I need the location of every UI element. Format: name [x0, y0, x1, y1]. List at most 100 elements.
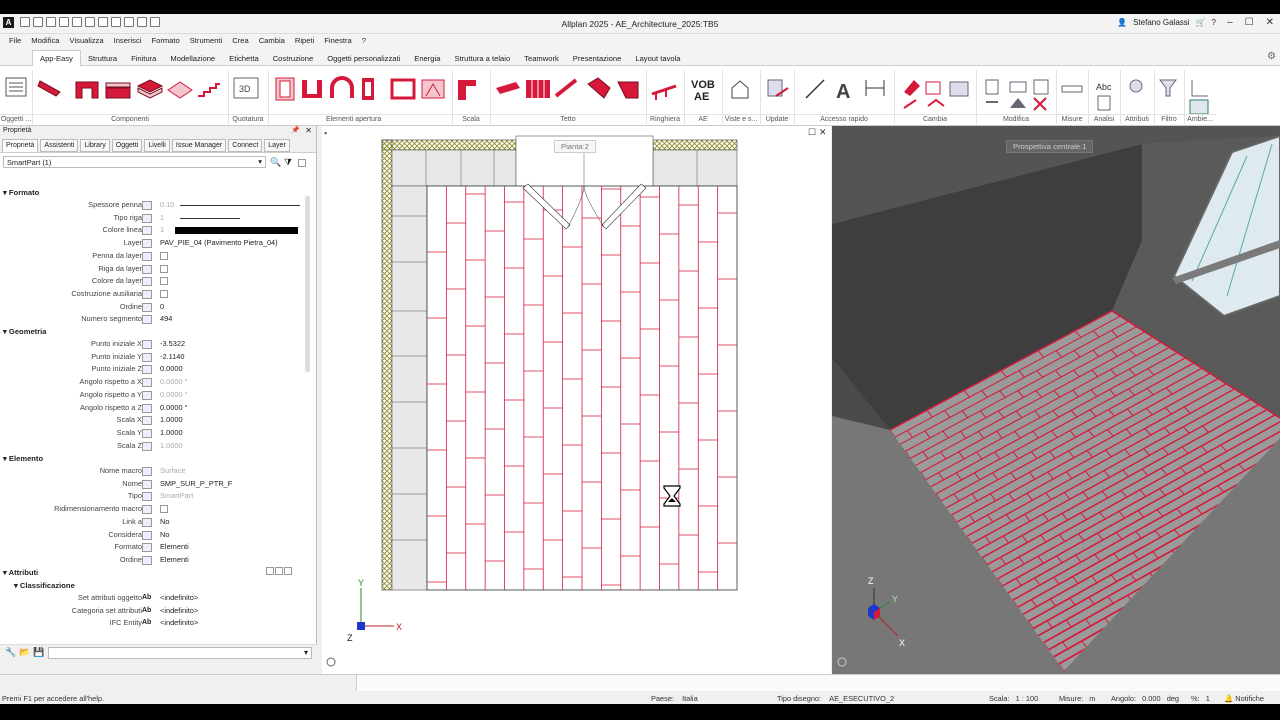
rotate-icon[interactable]	[903, 99, 917, 109]
property-row[interactable]: Tipo riga 1	[0, 213, 305, 225]
door-opening-icon[interactable]	[302, 80, 322, 98]
close-icon[interactable]: ✕	[1266, 17, 1274, 28]
section-elemento[interactable]: ▾ Elemento	[3, 454, 43, 463]
panel-close-icon[interactable]: ✕	[305, 126, 312, 135]
property-row[interactable]: Punto iniziale Y -2.1140	[0, 352, 305, 364]
property-value[interactable]: 0.0000 °	[160, 403, 188, 412]
floor-icon[interactable]	[136, 79, 164, 99]
help-icon[interactable]: ?	[1212, 18, 1216, 27]
menu-help[interactable]: ?	[357, 34, 371, 48]
section-classificazione[interactable]: ▾ Classificazione	[14, 581, 75, 590]
menu-inserisci[interactable]: Inserisci	[109, 34, 147, 48]
property-row[interactable]: Tipo SmartPart	[0, 491, 305, 503]
panel-tab-livelli[interactable]: Livelli	[144, 139, 170, 152]
vob-icon[interactable]: VOB	[691, 79, 715, 91]
mirror-icon[interactable]	[949, 81, 969, 97]
property-value[interactable]: -3.5322	[160, 339, 185, 348]
user-name[interactable]: Stefano Galassi	[1133, 18, 1189, 27]
property-row[interactable]: Punto iniziale X -3.5322	[0, 339, 305, 351]
window-opening-icon[interactable]	[275, 77, 295, 101]
roof-icon[interactable]	[496, 82, 520, 94]
wall-icon[interactable]	[37, 80, 61, 97]
status-misure-value[interactable]: m	[1089, 694, 1095, 703]
slab-icon[interactable]	[105, 82, 131, 99]
viewport-3d-settings-icon[interactable]	[837, 657, 847, 667]
panel-scrollbar[interactable]	[305, 196, 310, 372]
property-value[interactable]: SMP_SUR_P_PTR_F	[160, 479, 232, 488]
environment-icon[interactable]	[1189, 80, 1209, 114]
menu-ripeti[interactable]: Ripeti	[290, 34, 319, 48]
modify-copy-icon[interactable]	[985, 79, 999, 95]
property-row[interactable]: Nome macro Surface	[0, 466, 305, 478]
apply-checkbox[interactable]	[298, 158, 306, 167]
open-folder-icon[interactable]: 📂	[19, 647, 30, 658]
section-formato[interactable]: ▾ Formato	[3, 188, 39, 197]
plan-drawing[interactable]: Y X Z	[322, 126, 831, 674]
tab-costruzione[interactable]: Costruzione	[266, 51, 321, 66]
tab-struttura[interactable]: Struttura	[81, 51, 124, 66]
property-value[interactable]: 0	[160, 302, 164, 311]
attr-more-icon[interactable]	[284, 567, 292, 575]
arch-opening-icon[interactable]	[330, 76, 354, 98]
property-value[interactable]	[160, 264, 168, 273]
property-value[interactable]: No	[160, 517, 169, 526]
panel-tab-layer[interactable]: Layer	[264, 139, 290, 152]
stretch-icon[interactable]	[927, 98, 945, 107]
smartpart-opening-icon[interactable]	[421, 79, 445, 99]
property-row[interactable]: Nome SMP_SUR_P_PTR_F	[0, 479, 305, 491]
attr-add-icon[interactable]	[275, 567, 283, 575]
copy-move-icon[interactable]	[925, 81, 941, 95]
property-row[interactable]: Spessore penna 0.10	[0, 200, 305, 212]
property-row[interactable]: Link a No	[0, 517, 305, 529]
text-icon[interactable]: A	[836, 81, 850, 103]
viewport-maximize-icon[interactable]: ☐	[808, 127, 816, 138]
property-checkbox[interactable]	[160, 289, 168, 298]
line-icon[interactable]	[805, 79, 825, 99]
tab-app-easy[interactable]: App-Easy	[32, 50, 81, 66]
menu-cambia[interactable]: Cambia	[254, 34, 290, 48]
viewport-menu-icon[interactable]: ▪	[324, 128, 327, 138]
property-row[interactable]: Layer PAV_PIE_04 (Pavimento Pietra_04)	[0, 238, 305, 250]
viewport-perspective-label[interactable]: Prospettiva centrale:1	[1006, 140, 1094, 153]
viewport-settings-icon[interactable]	[326, 657, 336, 667]
user-icon[interactable]: 👤	[1117, 18, 1127, 27]
staircase-icon[interactable]	[458, 80, 476, 100]
railing-icon[interactable]	[651, 84, 677, 100]
modify-align-icon[interactable]	[1009, 81, 1027, 93]
viewport-close-icon[interactable]: ✕	[819, 127, 827, 138]
property-value[interactable]: <indefinito>	[160, 618, 198, 627]
property-value[interactable]: 1	[160, 225, 164, 234]
attributes-icon[interactable]	[1129, 79, 1143, 93]
objects-icon[interactable]	[5, 77, 27, 97]
perspective-render[interactable]: Z Y X	[832, 126, 1280, 674]
column-icon[interactable]	[75, 81, 99, 99]
property-row[interactable]: Set attributi oggetto Ab <indefinito>	[0, 593, 305, 605]
menu-modifica[interactable]: Modifica	[26, 34, 64, 48]
bell-icon[interactable]: 🔔	[1224, 694, 1233, 703]
property-row[interactable]: Riga da layer	[0, 264, 305, 276]
panel-tab-oggetti[interactable]: Oggetti	[111, 139, 143, 152]
property-value[interactable]: SmartPart	[160, 491, 193, 500]
tab-modellazione[interactable]: Modellazione	[163, 51, 222, 66]
property-row[interactable]: Categoria set attributi Ab <indefinito>	[0, 606, 305, 618]
section-attributi[interactable]: ▾ Attributi	[3, 568, 38, 577]
section-geometria[interactable]: ▾ Geometria	[3, 327, 46, 336]
filter-icon[interactable]	[1159, 79, 1177, 97]
house-view-icon[interactable]	[731, 80, 749, 99]
property-row[interactable]: Angolo rispetto a X 0.0000 °	[0, 377, 305, 389]
property-row[interactable]: Numero segmento 494	[0, 314, 305, 326]
property-row[interactable]: Scala Z 1.0000	[0, 441, 305, 453]
property-value[interactable]	[160, 251, 168, 260]
property-row[interactable]: IFC Entity Ab <indefinito>	[0, 618, 305, 630]
stair-icon[interactable]	[198, 83, 220, 97]
dormer-icon[interactable]	[587, 77, 611, 99]
property-value[interactable]: Elementi	[160, 555, 189, 564]
minimize-icon[interactable]: –	[1227, 17, 1233, 28]
filter-icon[interactable]: ⧩	[284, 157, 292, 168]
status-notifiche[interactable]: Notifiche	[1235, 694, 1264, 703]
cart-icon[interactable]: 🛒	[1196, 18, 1206, 27]
property-value[interactable]: Elementi	[160, 542, 189, 551]
menu-formato[interactable]: Formato	[146, 34, 184, 48]
menu-file[interactable]: File	[4, 34, 26, 48]
menu-strumenti[interactable]: Strumenti	[185, 34, 228, 48]
